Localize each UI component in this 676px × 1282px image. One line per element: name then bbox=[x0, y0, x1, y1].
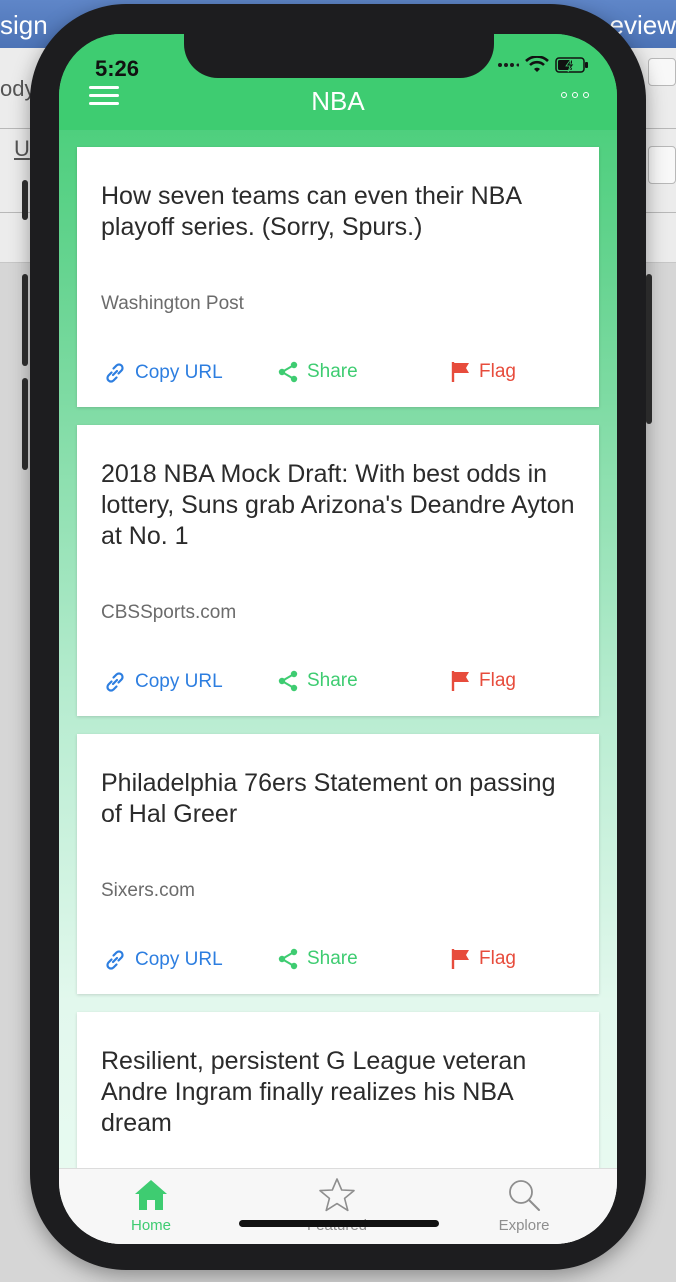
copy-url-label: Copy URL bbox=[135, 671, 223, 692]
desktop-dropdown bbox=[648, 58, 676, 86]
share-label: Share bbox=[307, 948, 358, 969]
desktop-dropdown bbox=[648, 146, 676, 184]
card-title[interactable]: Philadelphia 76ers Statement on passing … bbox=[101, 768, 581, 830]
flag-icon bbox=[451, 671, 469, 691]
card-title[interactable]: 2018 NBA Mock Draft: With best odds in l… bbox=[101, 459, 581, 552]
flag-label: Flag bbox=[479, 670, 516, 691]
more-icon[interactable] bbox=[561, 92, 589, 98]
copy-url-button[interactable]: Copy URL bbox=[103, 670, 223, 694]
card-source: Sixers.com bbox=[101, 880, 195, 901]
card-source: Washington Post bbox=[101, 293, 244, 314]
tab-bar: Home Featured Explore bbox=[59, 1168, 617, 1244]
share-icon bbox=[278, 670, 298, 692]
phone-side-button bbox=[22, 180, 28, 220]
share-icon bbox=[278, 361, 298, 383]
share-button[interactable]: Share bbox=[277, 361, 358, 383]
desktop-title-left: sign bbox=[0, 10, 48, 40]
share-icon bbox=[278, 948, 298, 970]
card-actions: Copy URL Share Flag bbox=[101, 948, 575, 976]
tab-explore[interactable]: Explore bbox=[459, 1177, 589, 1234]
card-actions: Copy URL Share Flag bbox=[101, 361, 575, 389]
card-actions: Copy URL Share Flag bbox=[101, 670, 575, 698]
phone-side-button bbox=[22, 274, 28, 366]
share-button[interactable]: Share bbox=[277, 670, 358, 692]
copy-url-label: Copy URL bbox=[135, 362, 223, 383]
tab-home-label: Home bbox=[130, 1217, 171, 1234]
search-icon bbox=[509, 1180, 540, 1211]
wifi-icon bbox=[525, 56, 549, 72]
phone-notch bbox=[184, 34, 494, 78]
tab-home[interactable]: Home bbox=[86, 1177, 216, 1234]
news-card[interactable]: How seven teams can even their NBA playo… bbox=[77, 147, 599, 407]
link-icon bbox=[106, 363, 124, 383]
flag-icon bbox=[451, 362, 469, 382]
flag-button[interactable]: Flag bbox=[451, 361, 516, 383]
link-icon bbox=[106, 672, 124, 692]
phone-side-button bbox=[22, 378, 28, 470]
flag-button[interactable]: Flag bbox=[451, 948, 516, 970]
news-card[interactable]: Philadelphia 76ers Statement on passing … bbox=[77, 734, 599, 994]
app-screen: 5:26 NBA How seven teams can even their … bbox=[59, 34, 617, 1244]
card-source: CBSSports.com bbox=[101, 602, 237, 623]
home-indicator[interactable] bbox=[239, 1220, 439, 1227]
card-title[interactable]: How seven teams can even their NBA playo… bbox=[101, 181, 581, 243]
copy-url-button[interactable]: Copy URL bbox=[103, 361, 223, 385]
share-label: Share bbox=[307, 361, 358, 382]
news-card[interactable]: 2018 NBA Mock Draft: With best odds in l… bbox=[77, 425, 599, 716]
share-button[interactable]: Share bbox=[277, 948, 358, 970]
share-label: Share bbox=[307, 670, 358, 691]
battery-icon bbox=[555, 57, 588, 73]
flag-button[interactable]: Flag bbox=[451, 670, 516, 692]
status-icons bbox=[497, 56, 589, 74]
flag-icon bbox=[451, 949, 469, 969]
phone-side-button bbox=[646, 274, 652, 424]
page-title: NBA bbox=[311, 86, 365, 116]
status-time: 5:26 bbox=[95, 56, 140, 81]
flag-label: Flag bbox=[479, 948, 516, 969]
star-icon bbox=[319, 1178, 355, 1212]
desktop-text-underline: U bbox=[14, 136, 30, 161]
flag-label: Flag bbox=[479, 361, 516, 382]
copy-url-button[interactable]: Copy URL bbox=[103, 948, 223, 972]
home-icon bbox=[135, 1180, 167, 1210]
link-icon bbox=[106, 950, 124, 970]
card-title[interactable]: Resilient, persistent G League veteran A… bbox=[101, 1046, 581, 1139]
copy-url-label: Copy URL bbox=[135, 949, 223, 970]
tab-explore-label: Explore bbox=[498, 1217, 550, 1234]
signal-icon bbox=[498, 63, 519, 67]
